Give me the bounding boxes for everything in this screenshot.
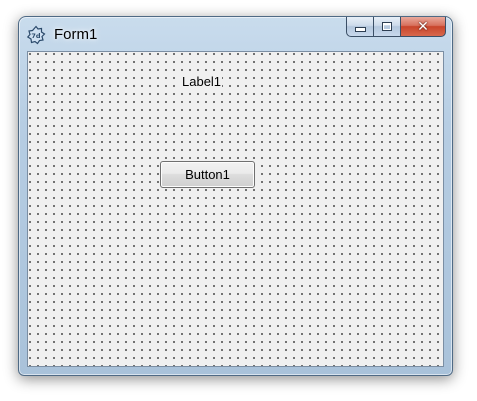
- maximize-button[interactable]: [373, 17, 400, 37]
- maximize-icon: [382, 22, 392, 31]
- svg-text:7d: 7d: [31, 32, 41, 40]
- form-window[interactable]: 7d Form1 ✕ Label1 Button1: [18, 16, 453, 376]
- minimize-button[interactable]: [346, 17, 373, 37]
- close-button[interactable]: ✕: [400, 17, 446, 37]
- form-design-surface[interactable]: Label1 Button1: [27, 51, 444, 367]
- label1[interactable]: Label1: [181, 74, 223, 89]
- app-icon: 7d: [26, 25, 46, 45]
- close-icon: ✕: [417, 18, 429, 35]
- caption-buttons: ✕: [346, 17, 446, 38]
- minimize-icon: [354, 27, 366, 32]
- button1[interactable]: Button1: [160, 161, 255, 188]
- title-bar[interactable]: 7d Form1 ✕: [19, 17, 452, 51]
- window-title: Form1: [54, 26, 98, 43]
